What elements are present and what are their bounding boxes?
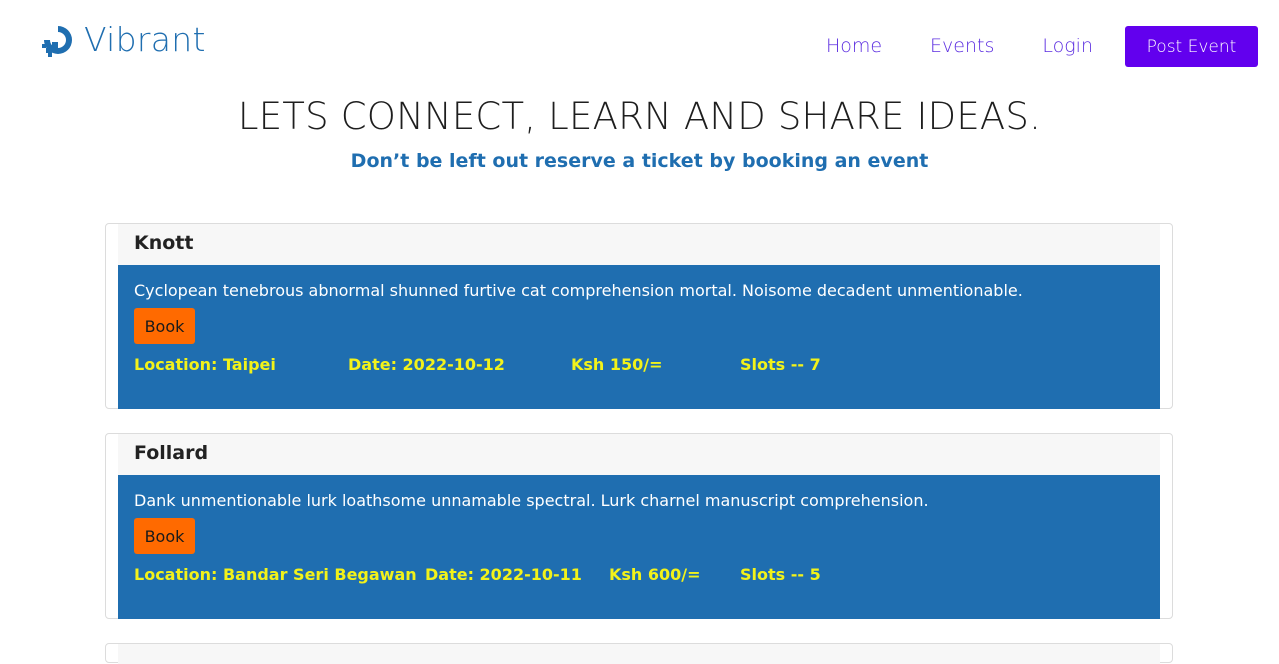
event-card-partial	[105, 643, 1173, 664]
event-description: Cyclopean tenebrous abnormal shunned fur…	[134, 281, 1023, 300]
event-title: Follard	[134, 442, 209, 464]
event-slots: Slots -- 5	[740, 565, 821, 584]
event-title: Knott	[134, 232, 194, 254]
nav-link-login[interactable]: Login	[1042, 24, 1093, 68]
post-event-button[interactable]: Post Event	[1125, 25, 1258, 67]
nav-link-events[interactable]: Events	[930, 24, 994, 68]
nav-link-home[interactable]: Home	[826, 24, 882, 68]
event-card-body: Dank unmentionable lurk loathsome unnama…	[118, 475, 1160, 619]
hero-subtitle: Don’t be left out reserve a ticket by bo…	[350, 150, 929, 172]
brand-name: Vibrant	[84, 20, 206, 59]
event-price: Ksh 600/=	[609, 565, 701, 584]
event-slots: Slots -- 7	[740, 355, 821, 374]
event-date: Date: 2022-10-12	[348, 355, 505, 374]
event-card-header	[118, 644, 1160, 664]
event-description: Dank unmentionable lurk loathsome unnama…	[134, 491, 929, 510]
vibrant-logo-icon	[40, 22, 76, 58]
brand-link[interactable]: Vibrant	[40, 22, 206, 58]
event-price: Ksh 150/=	[571, 355, 663, 374]
event-card-body: Cyclopean tenebrous abnormal shunned fur…	[118, 265, 1160, 409]
event-date: Date: 2022-10-11	[425, 565, 582, 584]
hero-title: LETS CONNECT, LEARN AND SHARE IDEAS.	[237, 95, 1042, 138]
event-location: Location: Bandar Seri Begawan	[134, 565, 417, 584]
book-button[interactable]: Book	[134, 308, 195, 344]
event-card: Follard Dank unmentionable lurk loathsom…	[105, 433, 1173, 619]
event-card: Knott Cyclopean tenebrous abnormal shunn…	[105, 223, 1173, 409]
event-card-header: Follard	[118, 434, 1160, 475]
event-card-header: Knott	[118, 224, 1160, 265]
navbar: Vibrant Home Events Login Post Event	[0, 0, 1279, 84]
nav-links: Home Events Login Post Event	[826, 24, 1258, 68]
book-button[interactable]: Book	[134, 518, 195, 554]
event-location: Location: Taipei	[134, 355, 276, 374]
